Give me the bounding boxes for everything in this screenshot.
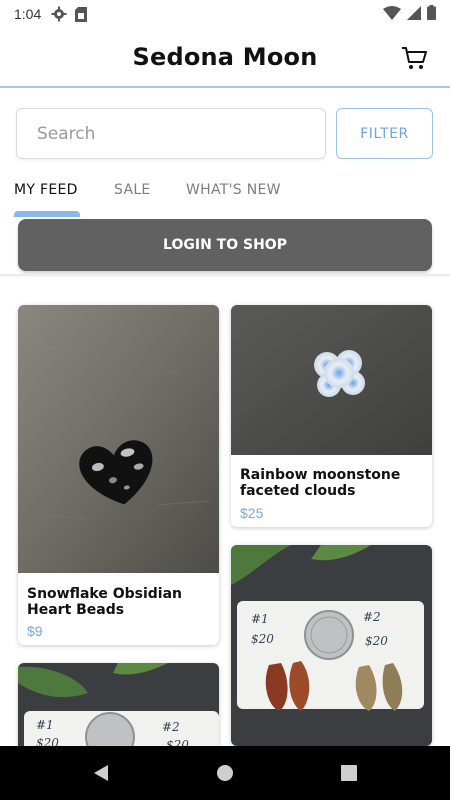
active-tab-indicator [14,211,80,217]
product-card[interactable]: #1 $20 #2 $20 [18,663,219,753]
tab-sale[interactable]: SALE [114,182,151,198]
filter-button[interactable]: FILTER [336,108,433,159]
home-button[interactable] [212,760,238,786]
login-to-shop-button[interactable]: LOGIN TO SHOP [18,219,432,271]
product-card[interactable]: Snowflake Obsidian Heart Beads $9 [18,305,219,645]
back-button[interactable] [88,760,114,786]
wifi-icon [383,5,401,23]
tab-whats-new[interactable]: WHAT'S NEW [186,182,281,198]
search-box [16,108,326,159]
sim-card-icon [75,6,88,22]
page-title: Sedona Moon [132,43,318,71]
system-nav-bar [0,746,450,800]
cart-button[interactable] [398,42,430,74]
svg-text:#2: #2 [363,610,381,624]
product-name: Snowflake Obsidian Heart Beads [27,586,183,618]
photo-label: $20 [251,632,274,646]
photo-label: #2 [363,610,381,624]
product-price: $25 [240,505,264,521]
photo-label: $20 [365,634,388,648]
back-triangle-icon [94,765,108,781]
svg-text:$20: $20 [251,632,274,646]
svg-text:#2: #2 [162,720,180,734]
status-bar: 1:04 [0,0,450,28]
feed-tabs: MY FEED SALE WHAT'S NEW [0,176,450,216]
product-photo [18,305,219,573]
status-time: 1:04 [14,6,42,22]
shopping-cart-icon [402,47,427,69]
product-card[interactable]: Rainbow moonstone faceted clouds $25 [231,305,432,527]
product-card[interactable]: #1 $20 #2 $20 [231,545,432,746]
search-input[interactable] [37,123,325,144]
battery-icon [427,5,436,23]
signal-icon [407,5,421,23]
svg-text:#1: #1 [36,718,54,732]
product-photo: #1 $20 #2 $20 [18,663,219,753]
tab-my-feed[interactable]: MY FEED [14,182,78,198]
recents-square-icon [341,765,357,781]
home-circle-icon [217,765,233,781]
recents-button[interactable] [336,760,362,786]
svg-text:#1: #1 [251,612,269,626]
photo-label: #1 [251,612,269,626]
svg-text:$20: $20 [365,634,388,648]
product-photo: #1 $20 #2 $20 [231,545,432,746]
app-header: Sedona Moon [0,28,450,88]
product-name: Rainbow moonstone faceted clouds [240,467,401,499]
gear-icon [51,6,67,22]
section-divider [0,274,450,278]
photo-label: #2 [162,720,180,734]
photo-label: #1 [36,718,54,732]
product-photo [231,305,432,455]
product-price: $9 [27,623,43,639]
